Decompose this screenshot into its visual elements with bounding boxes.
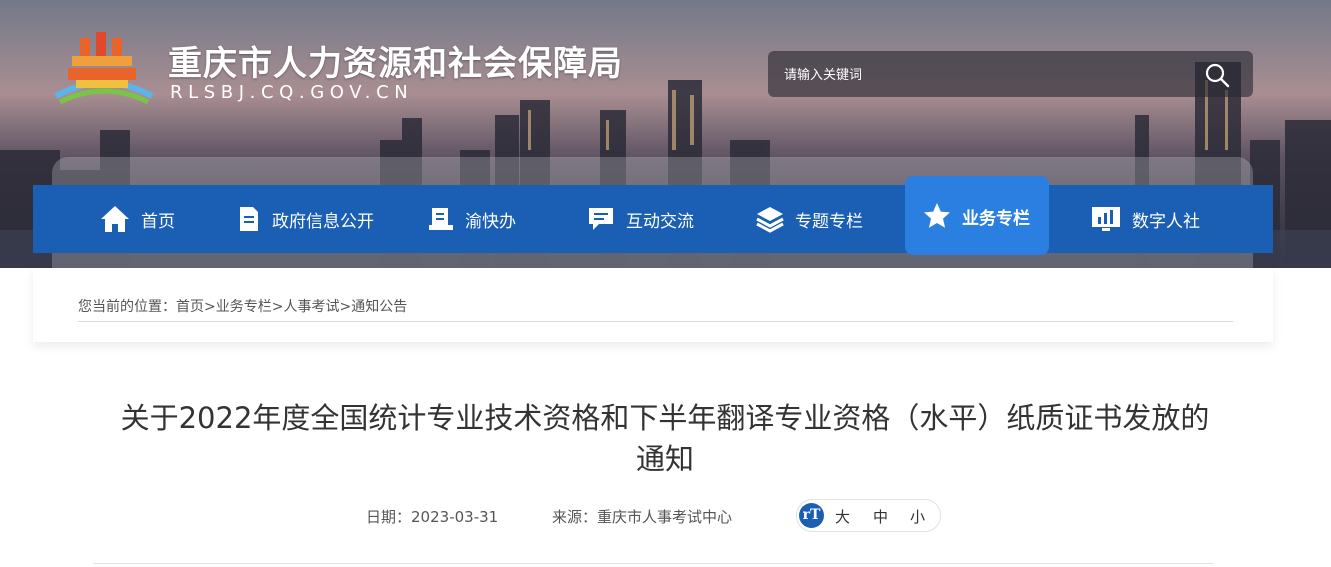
breadcrumb-separator: > [339, 299, 352, 315]
nav-item-label: 渝快办 [465, 211, 516, 232]
nav-item-special-topics[interactable]: 专题专栏 [755, 185, 863, 253]
breadcrumb-notices[interactable]: 通知公告 [351, 299, 407, 315]
breadcrumb-business[interactable]: 业务专栏 [216, 299, 272, 315]
chat-icon [589, 208, 613, 230]
nav-item-label: 互动交流 [626, 211, 694, 232]
home-icon [101, 206, 129, 232]
article-title: 关于2022年度全国统计专业技术资格和下半年翻译专业资格（水平）纸质证书发放的 … [80, 398, 1250, 480]
main-nav: 首页 政府信息公开 渝快办 互动交流 专题专栏 数字人社 [33, 185, 1273, 253]
nav-item-yukuaiban[interactable]: 渝快办 [427, 185, 516, 253]
nav-item-interaction[interactable]: 互动交流 [586, 185, 694, 253]
font-size-small[interactable]: 小 [910, 506, 925, 527]
search-input[interactable] [782, 61, 1186, 89]
monitor-chart-icon [1092, 207, 1120, 231]
nav-item-label: 数字人社 [1132, 211, 1200, 232]
star-icon [924, 203, 950, 228]
article-date: 日期：2023-03-31 [366, 506, 498, 527]
meta-divider [93, 563, 1214, 564]
layers-icon [756, 207, 784, 233]
font-size-icon: rT [799, 503, 824, 528]
article-title-line2: 通知 [635, 442, 694, 476]
breadcrumb: 您当前的位置：首页>业务专栏>人事考试>通知公告 [78, 296, 407, 316]
site-title: 重庆市人力资源和社会保障局 [168, 44, 623, 84]
nav-item-business[interactable]: 业务专栏 [922, 182, 1030, 250]
date-value: 2023-03-31 [411, 508, 499, 526]
document-icon [240, 207, 258, 231]
site-domain: RLSBJ.CQ.GOV.CN [170, 82, 414, 103]
breadcrumb-prefix: 您当前的位置： [78, 299, 176, 315]
clipboard-icon [429, 208, 453, 230]
nav-item-label: 政府信息公开 [272, 211, 374, 232]
nav-item-gov-info[interactable]: 政府信息公开 [236, 185, 374, 253]
font-size-switcher: rT 大 中 小 [796, 499, 941, 532]
breadcrumb-exam[interactable]: 人事考试 [283, 299, 339, 315]
breadcrumb-home[interactable]: 首页 [176, 299, 204, 315]
search-box [768, 51, 1253, 97]
breadcrumb-separator: > [271, 299, 284, 315]
breadcrumb-separator: > [204, 299, 216, 315]
nav-item-digital[interactable]: 数字人社 [1090, 185, 1200, 253]
nav-item-label: 首页 [141, 211, 175, 232]
font-size-large[interactable]: 大 [835, 506, 850, 527]
article-source: 来源：重庆市人事考试中心 [552, 506, 732, 527]
nav-item-business-active[interactable]: 业务专栏 [905, 176, 1049, 255]
search-icon[interactable] [1204, 62, 1230, 88]
font-size-medium[interactable]: 中 [873, 506, 888, 527]
nav-item-home[interactable]: 首页 [99, 185, 175, 253]
nav-item-label: 专题专栏 [795, 211, 863, 232]
article-title-line1: 关于2022年度全国统计专业技术资格和下半年翻译专业资格（水平）纸质证书发放的 [120, 401, 1210, 435]
source-label: 来源： [552, 508, 598, 526]
breadcrumb-divider [78, 321, 1233, 322]
building-logo-icon [54, 32, 154, 105]
date-label: 日期： [366, 508, 412, 526]
nav-item-label: 业务专栏 [962, 208, 1030, 229]
source-value: 重庆市人事考试中心 [597, 508, 733, 526]
breadcrumb-card: 您当前的位置：首页>业务专栏>人事考试>通知公告 [33, 268, 1273, 342]
